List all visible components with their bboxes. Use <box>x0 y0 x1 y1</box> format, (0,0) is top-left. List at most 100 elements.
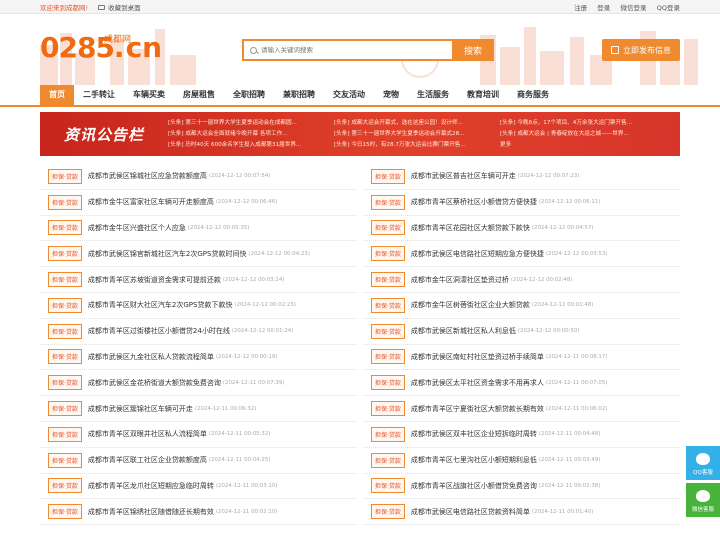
listing-title[interactable]: 成都市青羊区战旗社区小额借贷免费咨询 <box>411 481 537 491</box>
category-tag[interactable]: 担保·贷款 <box>371 375 405 391</box>
listing-title[interactable]: 成都市青羊区七里沟社区小额短期利息低 <box>411 455 537 465</box>
news-link[interactable]: [头条] 历时40天 600余名学生投入成都第31届世界... <box>168 140 330 151</box>
category-tag[interactable]: 担保·贷款 <box>48 272 82 288</box>
listing-row: 担保·贷款 成都市青羊区双眼井社区私人流程简单 (2024-12-11 00:05:… <box>40 422 357 448</box>
nav-item[interactable]: 商务服务 <box>508 85 558 105</box>
category-tag[interactable]: 担保·贷款 <box>48 375 82 391</box>
category-tag[interactable]: 担保·贷款 <box>371 504 405 520</box>
listing-time: (2024-12-11 00:02:10) <box>215 508 278 515</box>
category-tag[interactable]: 担保·贷款 <box>48 194 82 210</box>
listing-row: 担保·贷款 成都市青羊区七里沟社区小额短期利息低 (2024-12-11 00:03… <box>363 448 680 474</box>
listing-title[interactable]: 成都市武侯区锦城社区应急贷款额度高 <box>88 171 207 181</box>
news-columns: [头条] 第三十一届世界大学生夏季运动会在成都圆... [头条] 成都大运会全面就… <box>168 112 680 156</box>
listing-title[interactable]: 成都市金牛区洞濛社区垫资过桥 <box>411 275 509 285</box>
listing-title[interactable]: 成都市青羊区宁夏街社区大额贷款长期有效 <box>411 404 544 414</box>
listing-title[interactable]: 成都市武侯区双丰社区企业短拆临时周转 <box>411 429 537 439</box>
login-link[interactable]: 登录 <box>597 4 610 12</box>
wechat-login-link[interactable]: 微信登录 <box>621 4 647 12</box>
category-tag[interactable]: 担保·贷款 <box>371 168 405 184</box>
category-tag[interactable]: 担保·贷款 <box>371 426 405 442</box>
listing-title[interactable]: 成都市青羊区龙爪社区短期应急临时周转 <box>88 481 214 491</box>
news-link[interactable]: [头条] 今日15时，有28.7万张大运会比赛门票开售... <box>334 140 496 151</box>
nav-item[interactable]: 二手转让 <box>74 85 124 105</box>
listing-title[interactable]: 成都市武侯区南虹村社区垫资过桥手续简单 <box>411 352 544 362</box>
listing-title[interactable]: 成都市武侯区金花桥街道大额贷款免费咨询 <box>88 378 221 388</box>
category-tag[interactable]: 担保·贷款 <box>371 452 405 468</box>
wechat-service-button[interactable]: 微信客服 <box>686 483 720 517</box>
news-link[interactable]: [头条] 第三十一届世界大学生夏季运动会开幕式28... <box>334 129 496 140</box>
register-link[interactable]: 注册 <box>574 4 587 12</box>
category-tag[interactable]: 担保·贷款 <box>48 504 82 520</box>
listing-title[interactable]: 成都市武侯区簇锦社区车辆可开走 <box>88 404 193 414</box>
category-tag[interactable]: 担保·贷款 <box>371 220 405 236</box>
listing-title[interactable]: 成都市武侯区电信路社区贷款资料简单 <box>411 507 530 517</box>
category-tag[interactable]: 担保·贷款 <box>371 194 405 210</box>
search-input[interactable] <box>261 46 441 54</box>
favorite-link[interactable]: 收藏到桌面 <box>98 2 141 12</box>
category-tag[interactable]: 担保·贷款 <box>48 297 82 313</box>
category-tag[interactable]: 担保·贷款 <box>48 401 82 417</box>
news-link[interactable]: [头条] 今晚8点，17个项目、4万余张大运门票开售... <box>500 118 662 129</box>
listing-time: (2024-12-12 00:00:50) <box>517 328 580 335</box>
listing-title[interactable]: 成都市青羊区财大社区汽车2次GPS贷款下款快 <box>88 300 233 310</box>
category-tag[interactable]: 担保·贷款 <box>48 426 82 442</box>
category-tag[interactable]: 担保·贷款 <box>371 478 405 494</box>
category-tag[interactable]: 担保·贷款 <box>48 478 82 494</box>
listing-title[interactable]: 成都市青羊区锦绣社区随借随还长期有效 <box>88 507 214 517</box>
listing-title[interactable]: 成都市武侯区普吉社区车辆可开走 <box>411 171 516 181</box>
listing-title[interactable]: 成都市武侯区太平社区资金需求不用再求人 <box>411 378 544 388</box>
search-button[interactable]: 搜索 <box>452 39 494 61</box>
category-tag[interactable]: 担保·贷款 <box>371 246 405 262</box>
news-link[interactable]: [头条] 成都大运会开幕式，选在这座公园！设计师... <box>334 118 496 129</box>
listing-title[interactable]: 成都市武侯区新城社区私人利息低 <box>411 326 516 336</box>
listing-title[interactable]: 成都市青羊区过街楼社区小额借贷24小时在线 <box>88 326 230 336</box>
listing-title[interactable]: 成都市金牛区树蓓街社区企业大额贷款 <box>411 300 530 310</box>
listing-row: 担保·贷款 成都市武侯区九金社区私人贷款流程简单 (2024-12-12 00:00… <box>40 345 357 371</box>
news-link[interactable]: [头条] 成都大运会 | 青春绽放在大运之城——世界... <box>500 129 662 140</box>
qq-service-button[interactable]: QQ客服 <box>686 446 720 480</box>
listing-time: (2024-12-11 00:06:32) <box>194 405 257 412</box>
category-tag[interactable]: 担保·贷款 <box>371 297 405 313</box>
category-tag[interactable]: 担保·贷款 <box>48 349 82 365</box>
listing-title[interactable]: 成都市金牛区兴盛社区个人应急 <box>88 223 186 233</box>
listing-title[interactable]: 成都市武侯区锦官新城社区汽车2次GPS贷款时间快 <box>88 249 247 259</box>
search-icon <box>250 46 257 54</box>
nav-item[interactable]: 车辆买卖 <box>124 85 174 105</box>
listing-title[interactable]: 成都市青羊区花园社区大额贷款下款快 <box>411 223 530 233</box>
listing-title[interactable]: 成都市金牛区富家社区车辆可开走额度高 <box>88 197 214 207</box>
category-tag[interactable]: 担保·贷款 <box>371 272 405 288</box>
site-logo[interactable]: 0285. cn 成都网 <box>40 34 162 62</box>
category-tag[interactable]: 担保·贷款 <box>371 401 405 417</box>
news-link[interactable]: 更多 <box>500 140 662 151</box>
news-link[interactable]: [头条] 成都大运会全面就绪今晚开幕 各项工作... <box>168 129 330 140</box>
listing-title[interactable]: 成都市武侯区九金社区私人贷款流程简单 <box>88 352 214 362</box>
nav-item[interactable]: 生活服务 <box>408 85 458 105</box>
nav-item[interactable]: 房屋租售 <box>174 85 224 105</box>
qq-login-link[interactable]: QQ登录 <box>657 4 680 12</box>
category-tag[interactable]: 担保·贷款 <box>48 246 82 262</box>
nav-item[interactable]: 全职招聘 <box>224 85 274 105</box>
nav-item[interactable]: 教育培训 <box>458 85 508 105</box>
category-tag[interactable]: 担保·贷款 <box>371 323 405 339</box>
listing-row: 担保·贷款 成都市金牛区洞濛社区垫资过桥 (2024-12-12 00:02:48) <box>363 267 680 293</box>
listing-row: 担保·贷款 成都市青羊区锦绣社区随借随还长期有效 (2024-12-11 00:02… <box>40 499 357 526</box>
news-link[interactable]: [头条] 第三十一届世界大学生夏季运动会在成都圆... <box>168 118 330 129</box>
category-tag[interactable]: 担保·贷款 <box>371 349 405 365</box>
listing-title[interactable]: 成都市青羊区蔡桥社区小额借贷方便快捷 <box>411 197 537 207</box>
category-tag[interactable]: 担保·贷款 <box>48 323 82 339</box>
listing-title[interactable]: 成都市青羊区联工社区企业贷款额度高 <box>88 455 207 465</box>
listing-title[interactable]: 成都市武侯区电信路社区短期应急方便快捷 <box>411 249 544 259</box>
listing-row: 担保·贷款 成都市青羊区宁夏街社区大额贷款长期有效 (2024-12-11 00:0… <box>363 396 680 422</box>
publish-button[interactable]: 立即发布信息 <box>602 39 680 61</box>
listing-title[interactable]: 成都市青羊区苏坡街道资金需求可提前还款 <box>88 275 221 285</box>
nav-item[interactable]: 兼职招聘 <box>274 85 324 105</box>
listing-title[interactable]: 成都市青羊区双眼井社区私人流程简单 <box>88 429 207 439</box>
category-tag[interactable]: 担保·贷款 <box>48 220 82 236</box>
nav-item[interactable]: 首页 <box>40 85 74 105</box>
listing-time: (2024-12-12 00:01:24) <box>231 328 294 335</box>
nav-item[interactable]: 交友活动 <box>324 85 374 105</box>
category-tag[interactable]: 担保·贷款 <box>48 168 82 184</box>
news-column: [头条] 成都大运会开幕式，选在这座公园！设计师... [头条] 第三十一届世界大… <box>334 118 500 156</box>
nav-item[interactable]: 宠物 <box>374 85 408 105</box>
category-tag[interactable]: 担保·贷款 <box>48 452 82 468</box>
